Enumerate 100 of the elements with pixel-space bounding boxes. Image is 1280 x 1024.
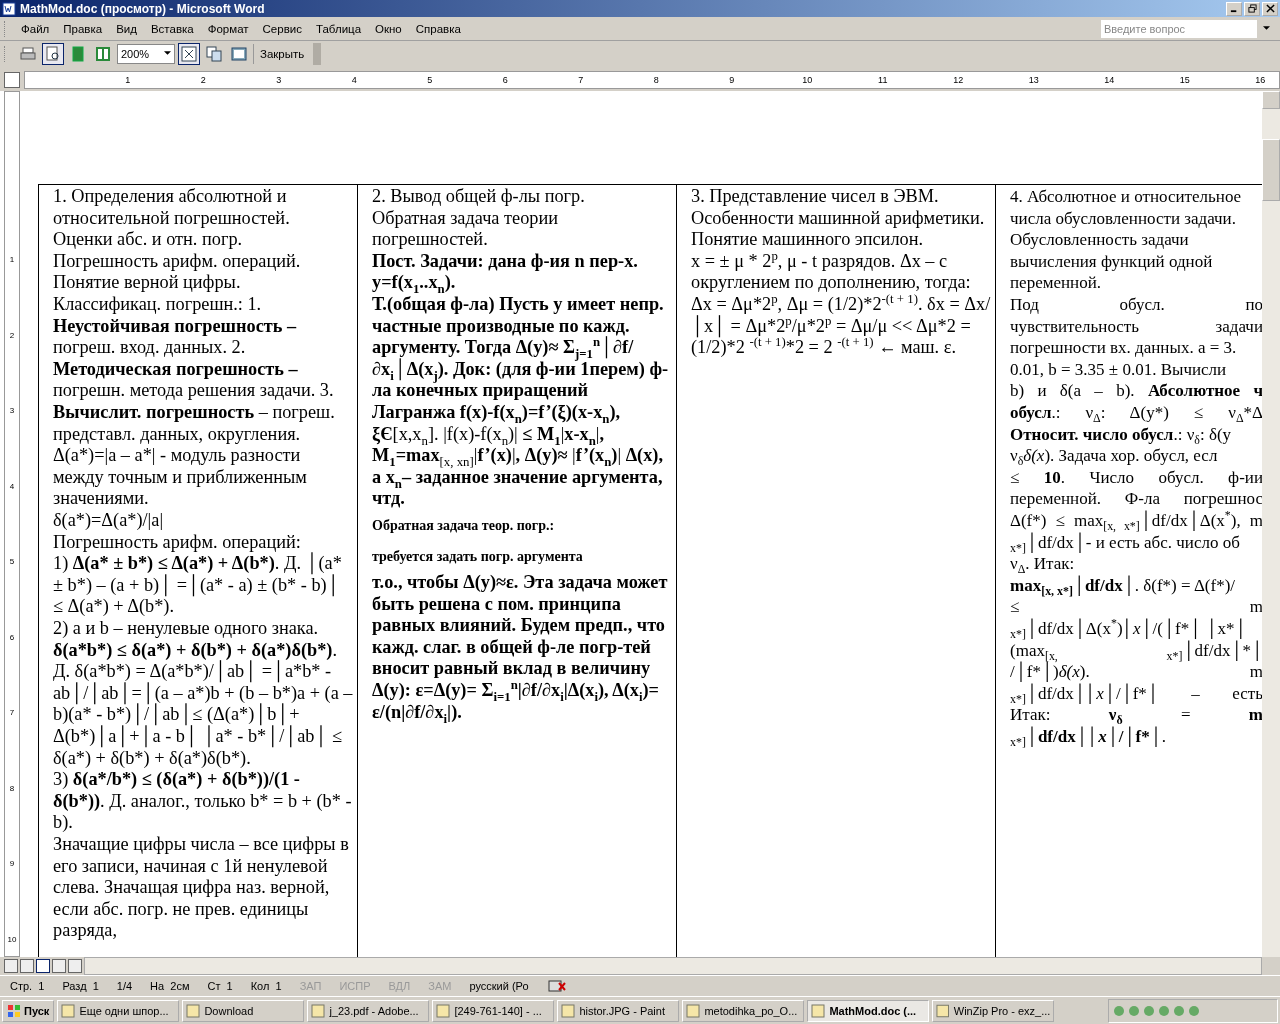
ruler-number: 13	[1027, 75, 1040, 86]
menu-item[interactable]: Таблица	[308, 22, 369, 35]
app-icon	[811, 1003, 826, 1018]
ruler-number: 4	[350, 75, 358, 86]
text-line: переменной. Ф-ла погрешнос	[1010, 488, 1262, 510]
restore-icon	[1247, 4, 1257, 14]
taskbar-button[interactable]: WinZip Pro - exz_...	[932, 999, 1055, 1022]
menu-item[interactable]: Вставка	[143, 22, 201, 35]
app-icon	[561, 1003, 576, 1018]
text-line: ν$_{δ}$δ(x). Задача хор. обусл, есл	[1010, 445, 1219, 467]
app-icon	[311, 1003, 326, 1018]
paragraph: x = ± μ * 2$^{p}$, μ - t разрядов. Δx – c округлением по дополнению, тогда: Δx = Δμ*2$^{p}$, Δμ = (1/2)*2$^{-(t + 1)}$. δx = Δx/│x│ = Δμ*2$^{p}$/μ*2$^{p}$ = Δμ/μ << Δμ*2 = (1/2)*2 $^{-(t + 1)}$*2 = 2 $^{-(t + 1)}$ ← маш. ε.	[691, 250, 991, 359]
print-view-icon[interactable]	[36, 959, 50, 974]
paragraph: 3) δ(a*/b*) ≤ (δ(a*) + δ(b*))/(1 - δ(b*)). Д. аналог., только b* = b + (b* - b).	[53, 769, 353, 834]
ruler-number: 2	[8, 329, 16, 342]
window-title: MathMod.doc (просмотр) - Microsoft Word	[20, 1, 265, 16]
taskbar-button[interactable]: metodihka_po_O...	[682, 999, 805, 1022]
text-line: Δ(f*) ≤ max$_{[x, x*]}$│df/dx│Δ(x$^{*}$), m	[1010, 510, 1262, 532]
ruler-number: 14	[1103, 75, 1116, 86]
close-preview-button[interactable]: Закрыть	[253, 43, 311, 64]
minimize-button[interactable]	[1226, 1, 1242, 16]
taskbar-button[interactable]: j_23.pdf - Adobe...	[307, 999, 430, 1022]
caret-icon[interactable]	[1263, 26, 1270, 32]
text-line: обусл.: ν$_{Δ}$: Δ(y*) ≤ ν$_{Δ}$*Δ	[1010, 402, 1262, 424]
menu-item[interactable]: Сервис	[255, 22, 309, 35]
ruler-number: 5	[8, 556, 16, 569]
normal-view-icon[interactable]	[4, 959, 18, 974]
text-line: (max$_{[x, x*]}$│df/dx│*│	[1010, 640, 1262, 662]
web-view-icon[interactable]	[20, 959, 34, 974]
menu-item[interactable]: Справка	[408, 22, 468, 35]
paragraph: 1) Δ(a* ± b*) ≤ Δ(a*) + Δ(b*). Д. │(a* ± b*) – (a + b)│ =│(a* - a) ± (b* - b)│ ≤ Δ(a*) + Δ(b*).	[53, 553, 343, 618]
paragraph: y=f(x$_{1}$..x$_{n}$).	[372, 272, 456, 295]
status-item: На 2см	[150, 980, 190, 993]
ruler-number: 9	[8, 858, 16, 871]
taskbar-button[interactable]: [249-761-140] - ...	[432, 999, 555, 1022]
ruler-number: 5	[426, 75, 434, 86]
help-search-field[interactable]: Введите вопрос	[1101, 19, 1257, 38]
menu-item[interactable]: Вид	[109, 22, 144, 35]
paragraph: Значащие цифры числа – все цифры в его записи, начиная с 1й ненулевой слева. Значащая цифра наз. верной, если абс. погр. не прев. единицы разряда,	[53, 833, 350, 942]
menu-item[interactable]: Формат	[200, 22, 256, 35]
ruler-number: 1	[124, 75, 132, 86]
close-button[interactable]	[1262, 1, 1278, 16]
start-button[interactable]: Пуск	[2, 999, 55, 1022]
text-line: max$_{[x, x*]}$│df/dx│. δ(f*) = Δ(f*)/	[1010, 574, 1237, 597]
zoom-dropdown[interactable]: 200%	[117, 43, 175, 64]
paragraph: 1. Определения абсолютной и относительной погрешностей.	[53, 186, 291, 230]
app-icon	[186, 1003, 201, 1018]
book-icon[interactable]	[546, 979, 567, 994]
ruler-number: 10	[801, 75, 814, 86]
text-line: b) и δ(a – b). Абсолютное ч	[1010, 380, 1262, 403]
text-line: ≤ 10. Число обусл. ф-ии	[1010, 466, 1262, 489]
ruler-number: 3	[8, 405, 16, 418]
close-icon	[1265, 4, 1275, 14]
ruler-number: 7	[8, 707, 16, 720]
paragraph: Обратная задача теории погрешностей.	[372, 207, 559, 251]
taskbar-button[interactable]: histor.JPG - Paint	[557, 999, 680, 1022]
status-item: ВДЛ	[388, 980, 411, 993]
paragraph: требуется задать погр. аргумента	[372, 548, 584, 566]
ruler-number: 2	[199, 75, 207, 86]
app-icon	[61, 1003, 76, 1018]
taskbar-button[interactable]: Еще одни шпор...	[57, 999, 180, 1022]
text-line: чувствительность задачи	[1010, 315, 1262, 338]
paragraph: Оценки абс. и отн. погр.	[53, 229, 244, 251]
ruler-number: 15	[1178, 75, 1191, 86]
taskbar-button[interactable]: Download	[182, 999, 305, 1022]
paragraph: Т.(общая ф-ла) Пусть у имеет непр. частные производные по кажд. аргументу. Тогда Δ(y)≈ Σ$_{j=1}$$^{n}$│∂f/∂x$_{i}$│Δ(x$_{j}$). Док: (для ф-ии 1перем) ф-ла конечных приращений Лагранжа f(x)-f(x$_{n}$)=f’(ξ)(x-x$_{n}$), ξЄ[x,x$_{n}$]. |f(x)-f(x$_{n}$)| ≤ M$_{1}$|x-x$_{n}$|, M$_{1}$=max$_{[x, xn]}$|f’(x)|, Δ(y)≈ |f’(x$_{n}$)| Δ(x), а x$_{n}$– заданное значение аргумента, чтд.	[372, 294, 670, 510]
text-line: 4. Абсолютное и относительное	[1010, 186, 1243, 208]
text-line: ≤ m	[1010, 597, 1262, 618]
text-line: $_{x*]}$│df/dx││x│/│f*│.	[1010, 725, 1167, 748]
text-line: Относит. число обусл.: ν$_{δ}$: δ(y	[1010, 423, 1233, 446]
paragraph: Классификац. погрешн.: 1. Неустойчивая погрешность – погреш. вход. данных. 2. Методическая погрешность – погрешн. метода решения задачи. 3. Вычислит. погрешность – погреш. представл. данных, округления.	[53, 294, 336, 446]
tab-stop-icon[interactable]	[4, 72, 20, 89]
status-item: Кол 1	[250, 980, 282, 993]
app-icon	[436, 1003, 451, 1018]
horizontal-scrollbar[interactable]	[84, 957, 1262, 976]
paragraph: Пост. Задачи: дана ф-ия n пер-х.	[372, 250, 639, 273]
ruler-number: 6	[501, 75, 509, 86]
status-item: Стр. 1	[10, 980, 45, 993]
paragraph: Δ(a*)=|a – a*| - модуль разности между точным и приближенным значениями.	[53, 445, 308, 510]
paragraph: 3. Представление чисел в ЭВМ. Особенности машинной арифметики. Понятие машинного эпсилон.	[691, 186, 986, 251]
outline-view-icon[interactable]	[52, 959, 66, 974]
paragraph: т.о., чтобы Δ(y)≈ε. Эта задача может быть решена с пом. принципа равных влияний. Будем предп., что кажд. слаг. в общей ф-ле погр-тей вносит равный вклад в величину Δ(y): ε=Δ(y)= Σ$_{i=1}$$^{n}$|∂f/∂x$_{i}$|Δ(x$_{i}$), Δ(x$_{i}$)= ε/(n|∂f/∂x$_{i}$|).	[372, 572, 669, 724]
paragraph: δ(a*)=Δ(a*)/|a|	[53, 510, 165, 532]
taskbar-button[interactable]: MathMod.doc (...	[807, 999, 930, 1022]
menu-item[interactable]: Окно	[368, 22, 409, 35]
four-squares-icon	[7, 1003, 21, 1018]
toolbar-options-handle[interactable]	[313, 42, 322, 65]
status-item: Разд 1	[62, 980, 99, 993]
shrink-icon[interactable]	[178, 42, 200, 65]
reading-view-icon[interactable]	[68, 959, 82, 974]
status-item: 1/4	[116, 980, 133, 993]
menu-item[interactable]: Файл	[14, 22, 57, 35]
menu-item[interactable]: Правка	[56, 22, 110, 35]
text-line: Под обусл. по	[1010, 294, 1262, 316]
restore-button[interactable]	[1244, 1, 1260, 16]
text-line: погрешности вх. данных. a = 3.	[1010, 337, 1238, 359]
text-line: числа обусловленности задачи.	[1010, 207, 1237, 230]
magnifier-icon[interactable]	[42, 42, 64, 65]
text-line: $_{x*]}$│df/dx││x│/│f*│ – есть	[1010, 682, 1262, 705]
vertical-scrollbar[interactable]	[1262, 91, 1280, 958]
